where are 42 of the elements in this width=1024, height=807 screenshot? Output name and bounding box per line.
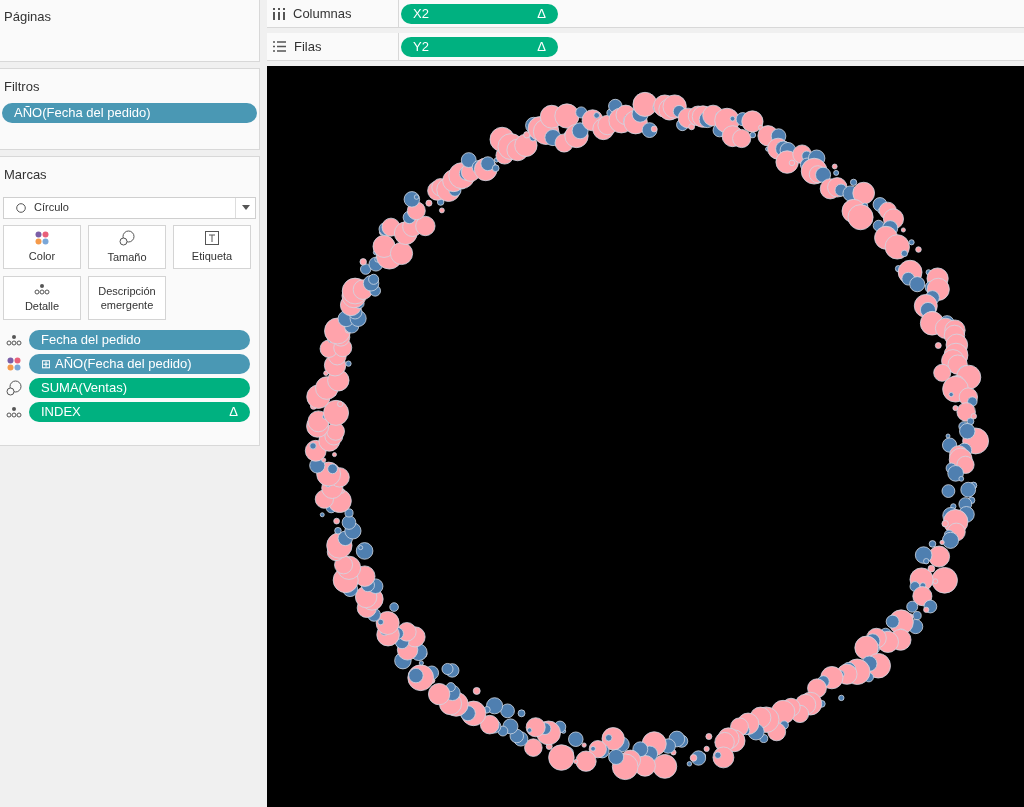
calculation-icon: Δ [537,36,546,57]
mark-property-button[interactable]: Detalle [3,275,81,320]
mark-type-dropdown[interactable]: Círculo [3,196,256,219]
expand-icon: ⊞ [41,354,51,373]
mark-property-button[interactable]: Tamaño [88,224,166,269]
panel-title: Filtros [3,78,41,96]
mark-property-button[interactable]: Color [3,224,81,269]
calculation-icon: Δ [537,3,546,24]
shelf-label: Columnas [293,4,352,23]
field-pill[interactable]: INDEX Δ [29,401,250,422]
detail-icon [6,405,22,418]
dropdown-caret-icon [241,205,250,210]
detail-icon [6,333,22,346]
mark-property-button[interactable]: Etiqueta [173,224,251,269]
pill-label: Y2 [413,37,430,56]
pill-label: X2 [413,4,430,23]
field-pill[interactable]: ⊞ AÑO(Fecha del pedido) [29,353,250,374]
pill-label: AÑO(Fecha del pedido) [14,103,152,122]
pill-label: Fecha del pedido [41,330,142,349]
calculation-icon: Δ [229,401,238,422]
pill-label: INDEX [41,402,82,421]
field-pill[interactable]: X2 Δ [401,3,558,24]
shelf-label: Filas [294,37,322,56]
detail-icon [34,282,50,295]
columns-icon [273,7,285,20]
field-pill[interactable]: Y2 Δ [401,36,558,57]
color-icon [35,230,49,245]
panel-title: Marcas [3,166,48,184]
text-icon [205,230,219,245]
field-pill[interactable]: Fecha del pedido [29,329,250,350]
field-pill[interactable]: AÑO(Fecha del pedido) [2,102,257,123]
size-icon [6,379,22,396]
field-pill[interactable]: SUMA(Ventas) [29,377,250,398]
pill-label: AÑO(Fecha del pedido) [55,354,193,373]
rows-icon [273,41,286,52]
mark-property-button[interactable]: Descripción emergente [88,275,166,320]
panel-title: Páginas [4,9,51,24]
circle-icon [16,202,26,213]
size-icon [119,229,135,246]
pill-label: SUMA(Ventas) [41,378,128,397]
color-icon [7,356,21,371]
mark-type-label: Círculo [34,200,70,216]
